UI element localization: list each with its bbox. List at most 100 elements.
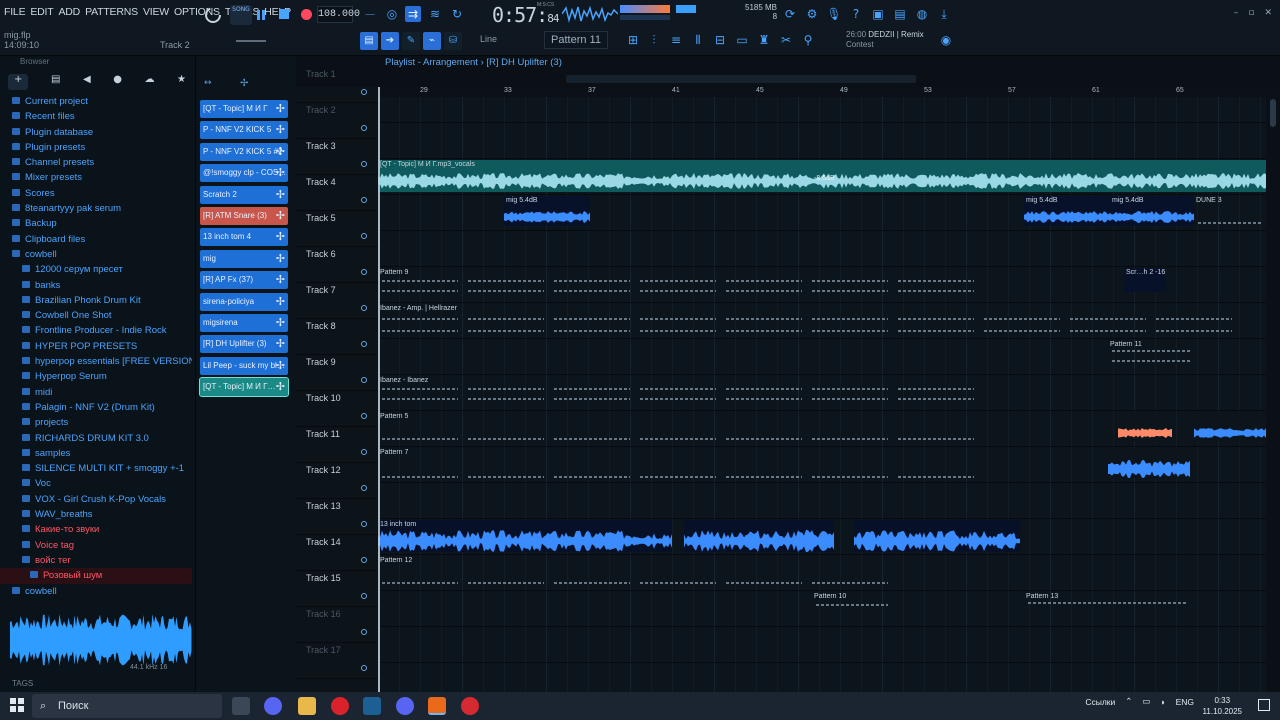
pattern-clip[interactable]: Pattern 12 [378, 556, 462, 590]
track-header[interactable]: Track 16 [296, 607, 378, 643]
browser-item[interactable]: Mixer presets [0, 170, 192, 185]
track-mute-led[interactable] [361, 89, 367, 95]
drag-handle-icon[interactable]: ✢ [276, 228, 285, 246]
sample-preview-waveform[interactable] [10, 614, 192, 666]
track-header[interactable]: Track 3 [296, 139, 378, 175]
pattern-clip[interactable]: Pattern 13 [1024, 592, 1190, 626]
track-mute-led[interactable] [361, 305, 367, 311]
picker-channel[interactable]: sirena-policiya ✢ [200, 292, 288, 311]
bucket-icon[interactable]: ⛁ [444, 32, 462, 50]
discord-icon[interactable] [264, 697, 282, 715]
browser-item[interactable]: banks [0, 278, 192, 293]
menu-edit[interactable]: EDIT [30, 6, 53, 18]
track-mute-led[interactable] [361, 125, 367, 131]
blend-notes-icon[interactable]: ≋ [427, 6, 443, 22]
plugin-picker-icon[interactable]: ⊞ [625, 32, 641, 48]
track-mute-led[interactable] [361, 665, 367, 671]
drag-handle-icon[interactable]: ✢ [276, 378, 285, 396]
audio-clip[interactable] [1194, 412, 1266, 442]
pattern-clip[interactable] [808, 376, 892, 410]
browser-item[interactable]: cowbell [0, 247, 192, 262]
track-mute-led[interactable] [361, 197, 367, 203]
pattern-clip[interactable] [1152, 304, 1236, 338]
pattern-clip[interactable]: Pattern 9 [378, 268, 462, 302]
snap-selector[interactable]: Line [480, 34, 497, 44]
browser-item[interactable]: Plugin database [0, 125, 192, 140]
news-icon[interactable]: ◉ [938, 32, 954, 48]
menu-patterns[interactable]: PATTERNS [85, 6, 138, 18]
loop-record-icon[interactable]: ↻ [449, 6, 465, 22]
pattern-clip[interactable] [808, 556, 892, 590]
browser-item[interactable]: hyperpop essentials [FREE VERSION] [0, 354, 192, 369]
taskbar-clock[interactable]: 0:33 11.10.2025 [1203, 695, 1242, 717]
track-header[interactable]: Track 6 [296, 247, 378, 283]
tempo-field[interactable]: 108.000 [317, 6, 360, 23]
pattern-clip[interactable] [550, 448, 634, 482]
browser-item[interactable]: Clipboard files [0, 232, 192, 247]
mixer-view-icon[interactable]: ⫶ [646, 32, 662, 48]
playhead[interactable] [378, 87, 380, 692]
track-header[interactable]: Track 14 [296, 535, 378, 571]
pattern-clip[interactable] [550, 268, 634, 302]
next-icon[interactable]: ➔ [381, 32, 399, 50]
pattern-clip[interactable] [894, 376, 978, 410]
track-mute-led[interactable] [361, 449, 367, 455]
track-mute-led[interactable] [361, 485, 367, 491]
track-header[interactable]: Track 17 [296, 643, 378, 679]
maximize-icon[interactable]: ▫ [1248, 8, 1254, 18]
browser-item[interactable]: Cowbell One Shot [0, 308, 192, 323]
refresh-icon[interactable]: ⟳ [782, 6, 798, 22]
master-volume-slider[interactable] [236, 40, 266, 42]
browser-item[interactable]: Розовый шум [0, 568, 192, 584]
drag-handle-icon[interactable]: ✢ [276, 143, 285, 161]
drag-handle-icon[interactable]: ✢ [276, 250, 285, 268]
pattern-clip[interactable] [636, 268, 720, 302]
pattern-clip[interactable] [636, 556, 720, 590]
playlist-scrollbar[interactable] [296, 71, 1280, 87]
chat-icon[interactable]: ◍ [914, 6, 930, 22]
browser-item[interactable]: VOX - Girl Crush K-Pop Vocals [0, 492, 192, 507]
track-header[interactable]: Track 15 [296, 571, 378, 607]
plugin-icon[interactable]: ♜ [756, 32, 772, 48]
close-icon[interactable]: ✕ [1264, 8, 1272, 18]
track-mute-led[interactable] [361, 593, 367, 599]
pattern-clip[interactable] [980, 304, 1064, 338]
browser-item[interactable]: Scores [0, 186, 192, 201]
drag-handle-icon[interactable]: ✢ [276, 207, 285, 225]
pattern-clip[interactable] [722, 412, 806, 446]
piano-roll-icon[interactable]: ⫴ [690, 32, 706, 48]
browser-tab-plugins[interactable]: ● [113, 74, 122, 90]
track-header[interactable]: Track 7 [296, 283, 378, 319]
picker-channel[interactable]: P - NNF V2 KICK 5 #2 ✢ [200, 142, 288, 161]
track-mute-led[interactable] [361, 413, 367, 419]
mixer-icon[interactable]: ⚙ [804, 6, 820, 22]
drag-handle-icon[interactable]: ✢ [276, 314, 285, 332]
notifications-icon[interactable] [1258, 699, 1270, 711]
fl-studio-taskbar-icon[interactable] [428, 697, 446, 715]
drag-handle-icon[interactable]: ✢ [276, 121, 285, 139]
pattern-clip[interactable] [636, 304, 720, 338]
pattern-clip[interactable] [464, 412, 548, 446]
picker-channel[interactable]: [R] AP Fx (37) ✢ [200, 271, 288, 290]
browser-item[interactable]: Plugin presets [0, 140, 192, 155]
drag-handle-icon[interactable]: ✢ [276, 100, 285, 118]
drag-handle-icon[interactable]: ✢ [276, 271, 285, 289]
drag-handle-icon[interactable]: ✢ [276, 186, 285, 204]
track-header[interactable]: Track 1 [296, 67, 378, 103]
track-mute-led[interactable] [361, 521, 367, 527]
browser-item[interactable]: SILENCE MULTI KIT + smoggy +-1 [0, 461, 192, 476]
browser-item[interactable]: 8teanartyyy pak serum [0, 201, 192, 216]
browser-item[interactable]: HYPER POP PRESETS [0, 339, 192, 354]
pattern-clip[interactable] [636, 448, 720, 482]
stop-button[interactable] [279, 9, 289, 19]
browser-item[interactable]: projects [0, 415, 192, 430]
browser-item[interactable]: samples [0, 446, 192, 461]
volume-icon[interactable]: ◗ [1160, 697, 1165, 707]
pattern-clip[interactable] [464, 448, 548, 482]
pattern-clip[interactable] [722, 556, 806, 590]
browser-tab-all[interactable]: + [8, 74, 29, 90]
track-mute-led[interactable] [361, 377, 367, 383]
browser-tab-cloud[interactable]: ☁ [144, 74, 154, 90]
picker-channel[interactable]: mig ✢ [200, 249, 288, 268]
h-scroll-thumb[interactable] [566, 75, 916, 83]
